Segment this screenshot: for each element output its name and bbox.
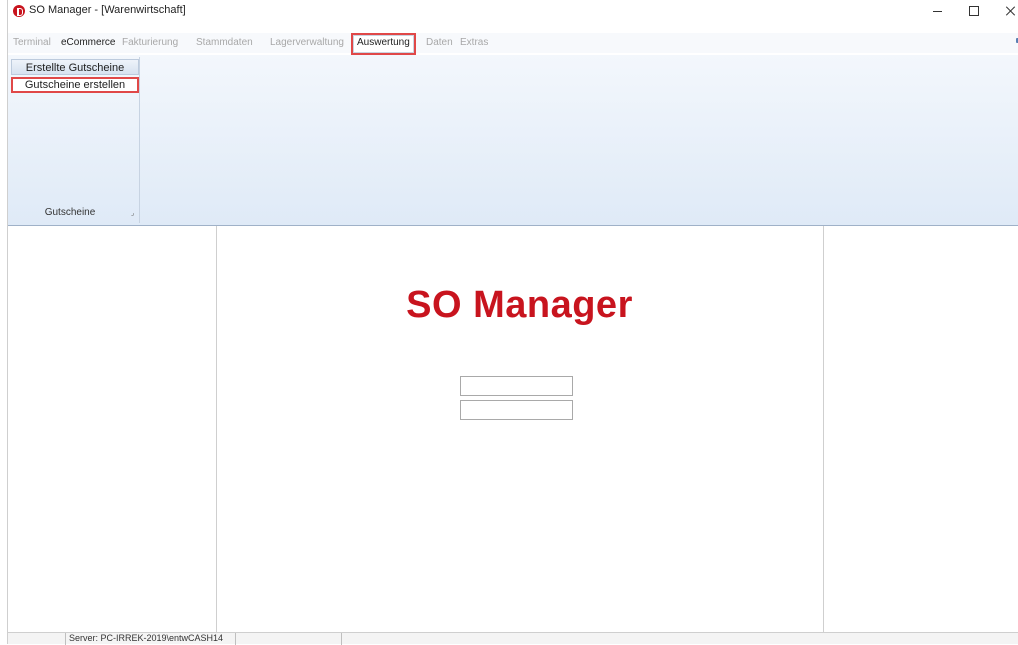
group-label: Gutscheine xyxy=(44,207,96,218)
tab-terminal[interactable]: Terminal xyxy=(13,35,51,51)
tab-fakturierung[interactable]: Fakturierung xyxy=(122,35,178,51)
status-divider xyxy=(235,633,236,645)
ribbon-panel: Erstellte Gutscheine Gutscheine erstelle… xyxy=(8,55,1018,226)
maximize-icon xyxy=(969,6,979,16)
dialog-launcher-icon[interactable]: ⌟ xyxy=(131,210,138,217)
close-button[interactable] xyxy=(993,0,1018,22)
tab-stammdaten[interactable]: Stammdaten xyxy=(196,35,253,51)
right-divider xyxy=(823,226,824,632)
erstellte-gutscheine-button[interactable]: Erstellte Gutscheine xyxy=(11,59,139,75)
tab-lagerverwaltung[interactable]: Lagerverwaltung xyxy=(270,35,344,51)
main-content: SO Manager xyxy=(8,226,1018,632)
tab-auswertung-highlight xyxy=(351,33,416,55)
tab-extras[interactable]: Extras xyxy=(460,35,488,51)
tab-ecommerce[interactable]: eCommerce xyxy=(61,35,115,51)
brand-logo-text: SO Manager xyxy=(406,284,633,326)
close-icon xyxy=(1006,6,1016,16)
password-field[interactable] xyxy=(460,400,573,420)
ribbon-group-gutscheine: Erstellte Gutscheine Gutscheine erstelle… xyxy=(11,57,140,223)
minimize-button[interactable] xyxy=(919,0,955,22)
server-status: Server: PC-IRREK-2019\entwCASH14 xyxy=(69,633,224,643)
status-divider xyxy=(341,633,342,645)
app-window: SO Manager - [Warenwirtschaft] Terminal … xyxy=(7,0,1018,645)
title-bar: SO Manager - [Warenwirtschaft] xyxy=(8,0,1018,22)
tab-daten[interactable]: Daten xyxy=(426,35,453,51)
status-divider xyxy=(65,633,66,645)
maximize-button[interactable] xyxy=(956,0,992,22)
username-field[interactable] xyxy=(460,376,573,396)
minimize-icon xyxy=(932,10,942,12)
gutscheine-erstellen-button[interactable]: Gutscheine erstellen xyxy=(11,77,139,93)
ribbon-tabs: Terminal eCommerce Fakturierung Stammdat… xyxy=(8,33,1018,53)
app-logo-icon xyxy=(13,5,25,17)
status-bar: Server: PC-IRREK-2019\entwCASH14 xyxy=(8,632,1018,645)
window-title: SO Manager - [Warenwirtschaft] xyxy=(29,4,186,16)
